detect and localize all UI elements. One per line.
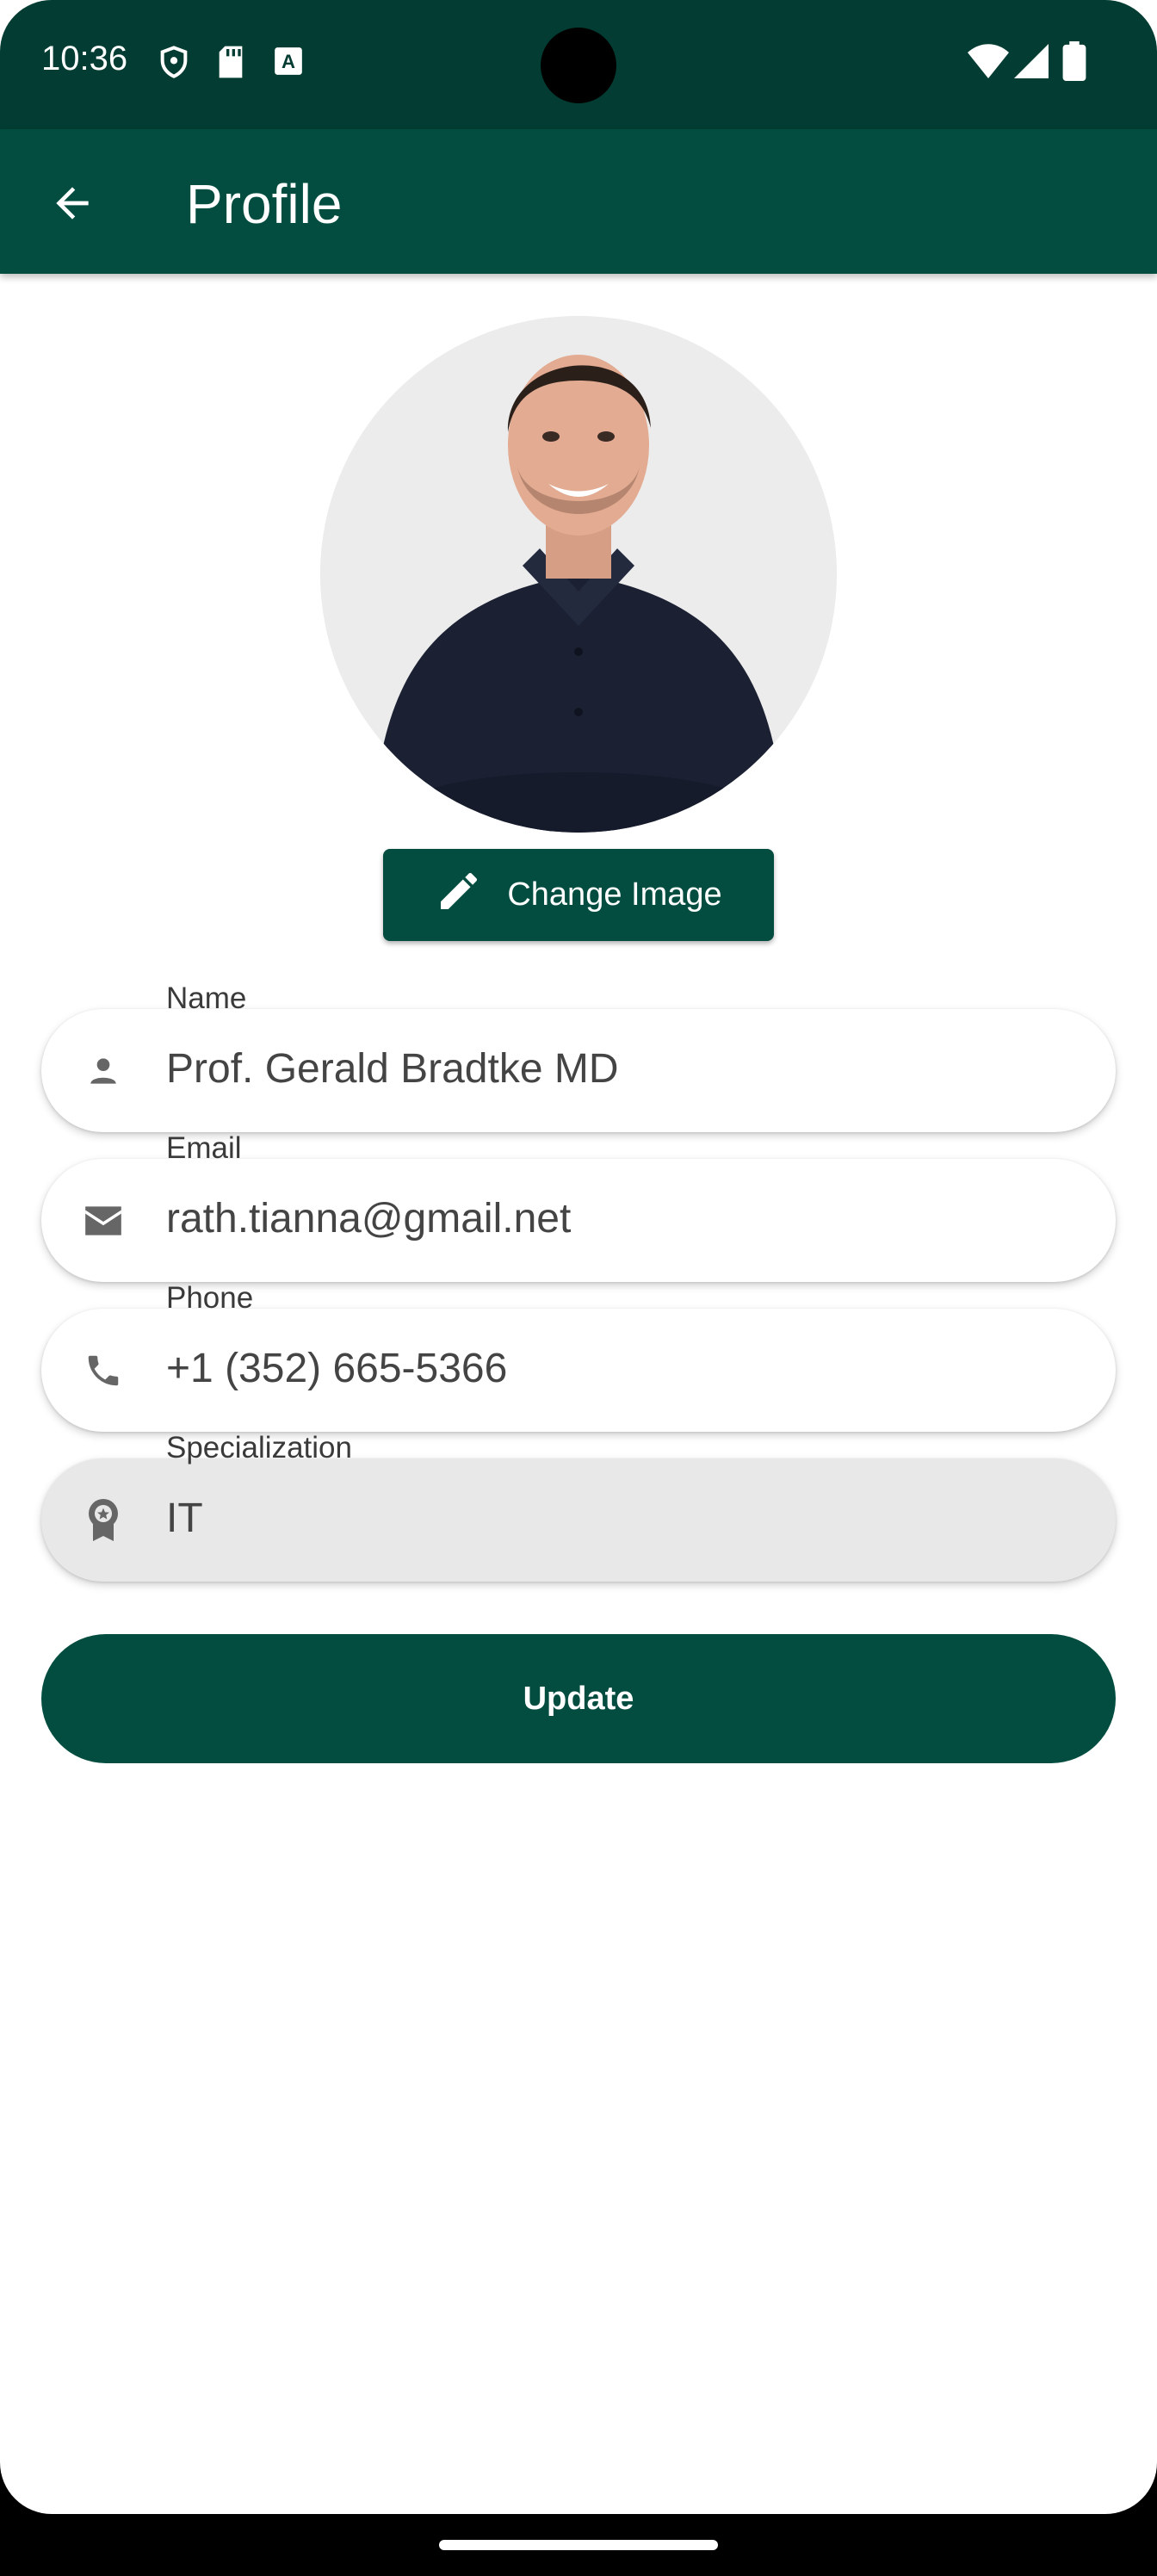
keyboard-a-icon: A: [272, 45, 305, 82]
change-image-label: Change Image: [507, 876, 722, 913]
signal-icon: [1014, 43, 1049, 84]
arrow-back-icon: [48, 179, 96, 232]
phone-input[interactable]: +1 (352) 665-5366: [166, 1345, 507, 1392]
update-button[interactable]: Update: [41, 1634, 1116, 1763]
email-field[interactable]: Email rath.tianna@gmail.net: [41, 1131, 1116, 1282]
camera-cutout: [541, 28, 616, 103]
home-indicator[interactable]: [439, 2540, 718, 2550]
svg-text:A: A: [282, 51, 295, 72]
name-field[interactable]: Name Prof. Gerald Bradtke MD: [41, 981, 1116, 1132]
screen: 10:36 A Profile Change Image Name Prof. …: [0, 0, 1157, 2514]
wifi-icon: [968, 43, 1009, 84]
email-input[interactable]: rath.tianna@gmail.net: [166, 1195, 571, 1242]
name-input[interactable]: Prof. Gerald Bradtke MD: [166, 1045, 619, 1093]
page-title: Profile: [186, 173, 343, 235]
phone-field[interactable]: Phone +1 (352) 665-5366: [41, 1281, 1116, 1432]
specialization-value: IT: [166, 1495, 203, 1541]
status-bar: 10:36 A: [0, 0, 1157, 129]
person-icon: [81, 1049, 126, 1093]
change-image-button[interactable]: Change Image: [383, 849, 774, 941]
mail-icon: [81, 1198, 126, 1243]
back-button[interactable]: [34, 167, 110, 243]
phone-icon: [81, 1348, 126, 1393]
specialization-field-label: Specialization: [166, 1431, 352, 1464]
name-field-label: Name: [166, 981, 247, 1015]
email-field-label: Email: [166, 1131, 242, 1165]
app-bar: Profile: [0, 129, 1157, 274]
sd-card-icon: [215, 45, 246, 84]
award-icon: [81, 1498, 126, 1543]
status-time: 10:36: [41, 40, 128, 77]
shield-icon: [157, 45, 191, 84]
battery-icon: [1062, 41, 1086, 85]
profile-photo: [320, 316, 837, 833]
avatar: [320, 316, 837, 833]
specialization-field: Specialization IT: [41, 1431, 1116, 1582]
edit-pencil-icon: [435, 867, 483, 924]
phone-field-label: Phone: [166, 1281, 254, 1315]
